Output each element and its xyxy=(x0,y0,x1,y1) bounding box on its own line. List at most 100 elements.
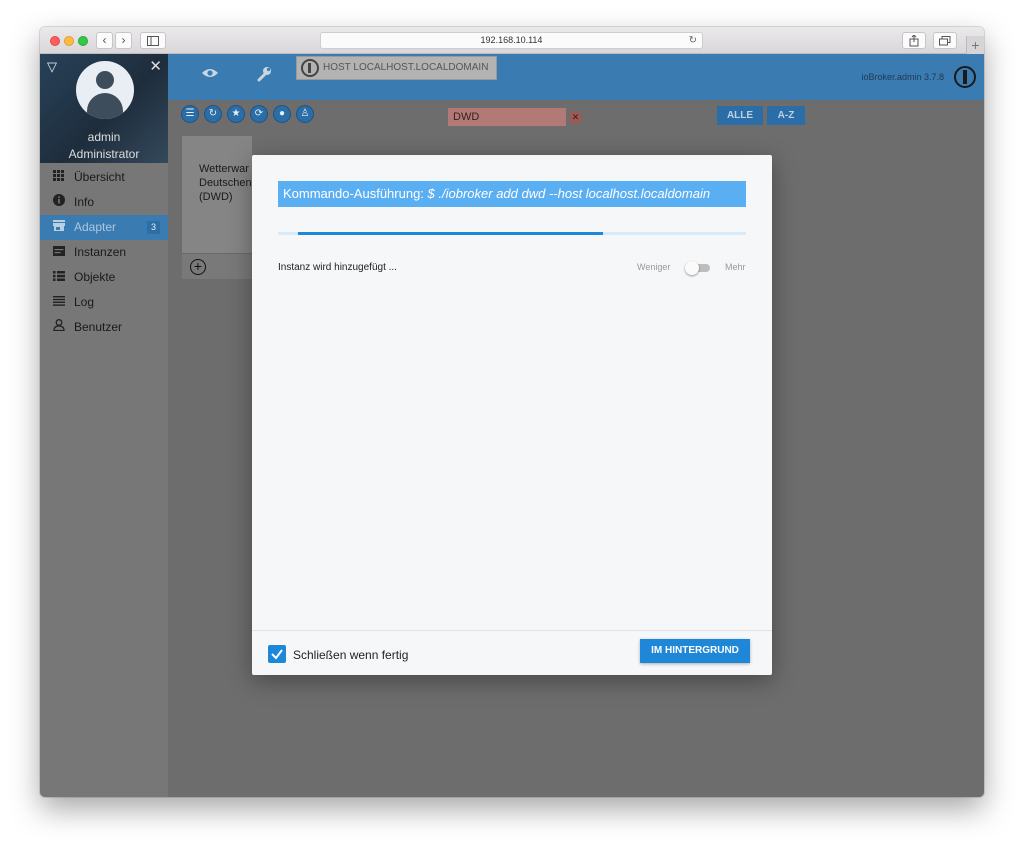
toggle-knob xyxy=(685,261,699,275)
star-icon: ★ xyxy=(231,108,241,119)
update-icon: ⟳ xyxy=(254,108,264,119)
sidebar-item-label: Benutzer xyxy=(74,320,123,334)
top-bar: HOST LOCALHOST.LOCALDOMAIN ioBroker.admi… xyxy=(168,54,984,100)
sidebar-item-label: Info xyxy=(74,195,95,209)
user-icon xyxy=(53,315,65,340)
progress-bar xyxy=(298,232,603,235)
address-bar[interactable]: 192.168.10.114 ↻ xyxy=(320,32,703,49)
all-button[interactable]: ALLE xyxy=(717,106,763,125)
sidebar-nav: Übersicht Info Adapter 3 Instanzen Objek… xyxy=(40,165,168,340)
person-icon: ♙ xyxy=(300,108,310,119)
info-icon xyxy=(53,190,65,215)
eye-icon[interactable] xyxy=(202,66,218,84)
less-label: Weniger xyxy=(637,262,671,272)
sidebar-item-label: Log xyxy=(74,295,95,309)
updates-button[interactable]: ⟳ xyxy=(250,105,268,123)
add-instance-icon[interactable]: + xyxy=(190,259,206,275)
avatar-body xyxy=(87,93,123,119)
triangle-icon[interactable]: ▽ xyxy=(47,59,57,75)
sidebar-item-label: Objekte xyxy=(74,270,116,284)
github-button[interactable]: ● xyxy=(273,105,291,123)
zoom-window-button[interactable] xyxy=(78,36,88,46)
version-label: ioBroker.admin 3.7.8 xyxy=(861,72,944,82)
list-icon: ☰ xyxy=(185,108,195,119)
dialog-command: $ ./iobroker add dwd --host localhost.lo… xyxy=(427,186,711,201)
tabs-overview-button[interactable] xyxy=(933,32,957,49)
sidebar-item-label: Übersicht xyxy=(74,170,125,184)
iobroker-logo-icon xyxy=(301,59,319,77)
reload-icon[interactable]: ↻ xyxy=(689,33,697,48)
sidebar-toggle-button[interactable] xyxy=(140,32,166,49)
browser-titlebar: ‹ › 192.168.10.114 ↻ + xyxy=(40,27,984,54)
details-toggle[interactable] xyxy=(685,261,711,275)
user-name: admin xyxy=(87,130,121,144)
command-dialog: Kommando-Ausführung: $ ./iobroker add dw… xyxy=(252,155,772,675)
host-tab[interactable]: HOST LOCALHOST.LOCALDOMAIN xyxy=(296,56,497,80)
sidebar-item-objekte[interactable]: Objekte xyxy=(40,265,168,290)
adapter-card-line: (DWD) xyxy=(199,191,233,203)
clear-filter-icon[interactable]: ✕ xyxy=(569,111,582,124)
minimize-window-button[interactable] xyxy=(64,36,74,46)
iobroker-logo xyxy=(954,66,976,88)
sort-az-button[interactable]: A-Z xyxy=(767,106,805,125)
sidebar-icon xyxy=(147,36,159,46)
adapter-card-line: Deutschen xyxy=(199,177,252,189)
close-when-done-label: Schließen wenn fertig xyxy=(293,648,409,662)
github-icon: ● xyxy=(278,108,286,119)
host-tab-label: HOST LOCALHOST.LOCALDOMAIN xyxy=(323,62,489,73)
browser-window: ‹ › 192.168.10.114 ↻ + ▽ ✕ admin Adminis… xyxy=(40,27,984,797)
store-icon xyxy=(53,215,65,240)
run-in-background-button[interactable]: IM HINTERGRUND xyxy=(640,639,750,663)
avatar-head xyxy=(96,71,114,89)
dialog-title-prefix: Kommando-Ausführung: xyxy=(283,186,424,201)
share-icon xyxy=(909,34,919,47)
adapter-card-line: Wetterwar xyxy=(199,163,249,175)
user-role: Administrator xyxy=(68,147,140,161)
log-icon xyxy=(53,290,65,315)
checkmark-icon xyxy=(271,649,283,660)
adapter-card-dwd: Wetterwar Deutschen (DWD) + xyxy=(182,136,252,279)
close-when-done-checkbox[interactable] xyxy=(268,645,286,663)
close-window-button[interactable] xyxy=(50,36,60,46)
progress-track xyxy=(278,232,746,235)
sidebar-item-uebersicht[interactable]: Übersicht xyxy=(40,165,168,190)
iobroker-app: ▽ ✕ admin Administrator Übersicht Info A… xyxy=(40,54,984,797)
instances-icon xyxy=(53,240,65,265)
forward-button[interactable]: › xyxy=(115,32,132,49)
wrench-icon[interactable] xyxy=(256,66,272,87)
apps-icon xyxy=(53,165,64,190)
refresh-button[interactable]: ↻ xyxy=(204,105,222,123)
sidebar-item-benutzer[interactable]: Benutzer xyxy=(40,315,168,340)
adapter-card-footer: + xyxy=(182,253,252,279)
sidebar-item-label: Instanzen xyxy=(74,245,127,259)
favorites-button[interactable]: ★ xyxy=(227,105,245,123)
user-profile: ▽ ✕ admin Administrator xyxy=(40,54,168,163)
dialog-footer: Schließen wenn fertig IM HINTERGRUND xyxy=(252,630,772,675)
sidebar-item-instanzen[interactable]: Instanzen xyxy=(40,240,168,265)
close-icon[interactable]: ✕ xyxy=(149,57,162,75)
new-tab-button[interactable]: + xyxy=(966,36,984,54)
share-button[interactable] xyxy=(902,32,926,49)
refresh-icon: ↻ xyxy=(208,108,218,119)
filter-input[interactable]: DWD xyxy=(448,108,566,126)
tabs-icon xyxy=(939,36,951,46)
plus-icon: + xyxy=(971,37,980,53)
forward-icon: › xyxy=(121,33,126,47)
adapter-count-badge: 3 xyxy=(147,221,160,234)
custom-install-button[interactable]: ♙ xyxy=(296,105,314,123)
url-text: 192.168.10.114 xyxy=(480,35,543,45)
sidebar: ▽ ✕ admin Administrator Übersicht Info A… xyxy=(40,54,168,797)
sidebar-item-adapter[interactable]: Adapter 3 xyxy=(40,215,168,240)
back-button[interactable]: ‹ xyxy=(96,32,113,49)
sidebar-item-info[interactable]: Info xyxy=(40,190,168,215)
sidebar-item-label: Adapter xyxy=(74,220,117,234)
avatar xyxy=(76,61,134,119)
adapter-card-description: Wetterwar Deutschen (DWD) xyxy=(199,162,252,204)
status-text: Instanz wird hinzugefügt ... xyxy=(278,262,397,273)
dialog-title: Kommando-Ausführung: $ ./iobroker add dw… xyxy=(278,181,746,207)
more-label: Mehr xyxy=(725,262,746,272)
sidebar-item-log[interactable]: Log xyxy=(40,290,168,315)
list-view-button[interactable]: ☰ xyxy=(181,105,199,123)
list-icon xyxy=(53,265,65,290)
back-icon: ‹ xyxy=(102,33,107,47)
